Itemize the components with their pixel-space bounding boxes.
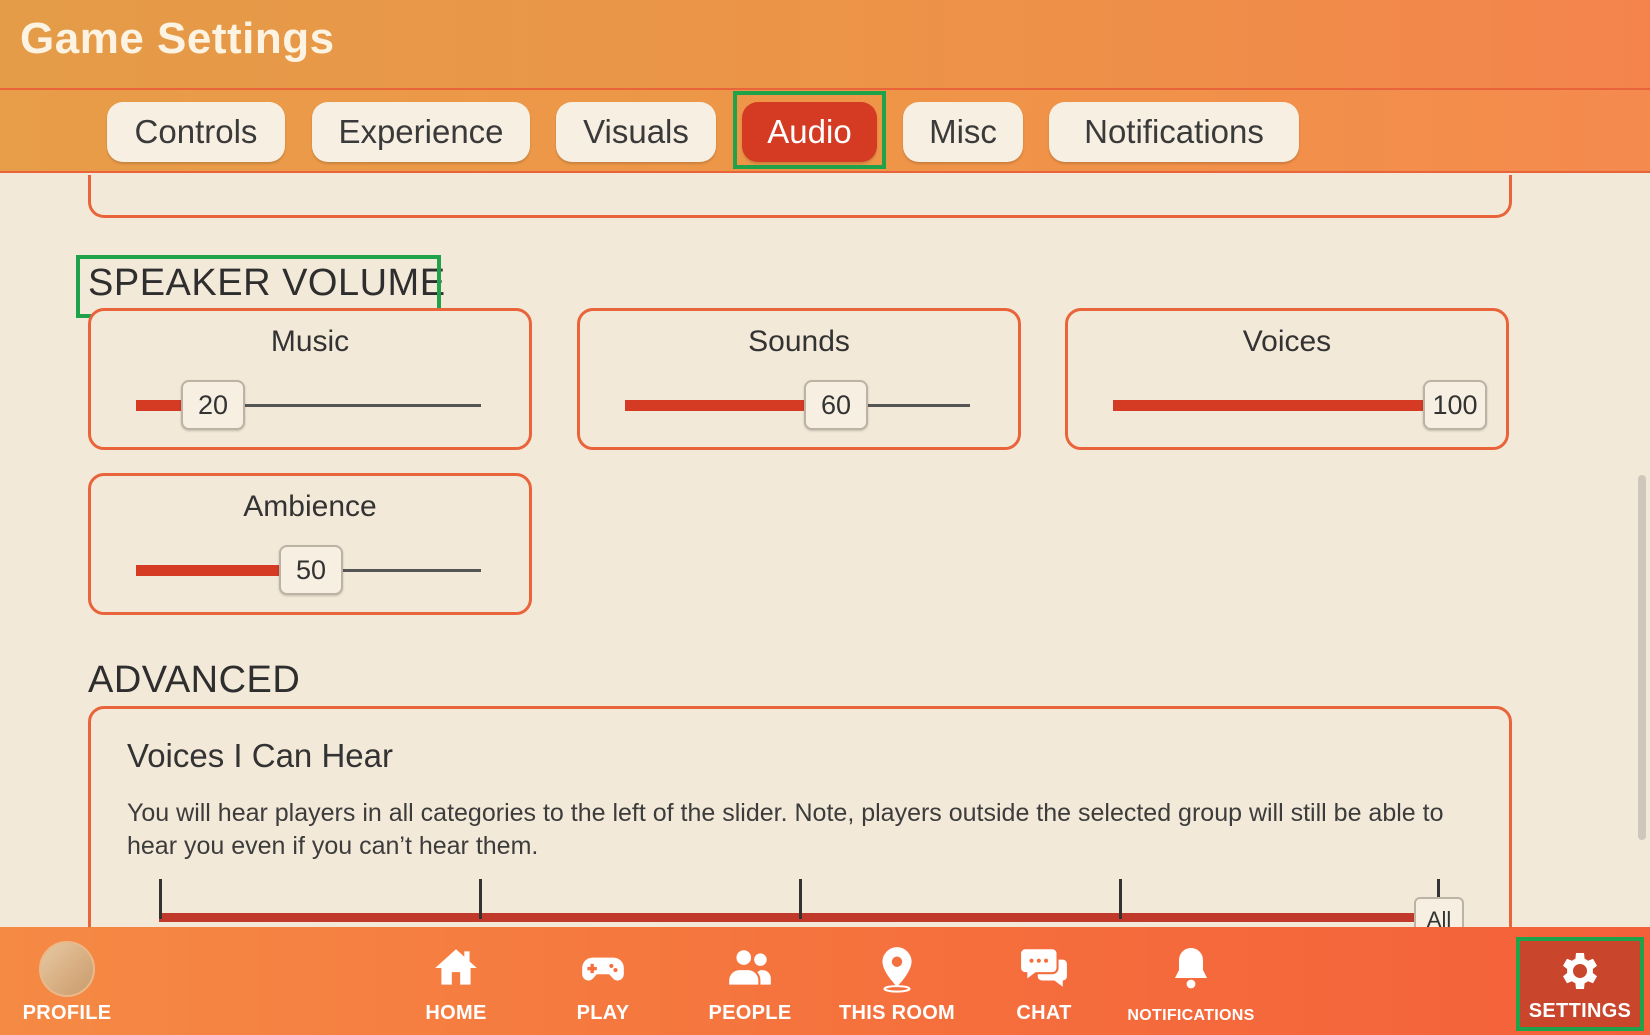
tab-misc[interactable]: Misc xyxy=(903,102,1023,162)
music-slider-handle[interactable]: 20 xyxy=(181,380,245,430)
page-title: Game Settings xyxy=(20,14,335,63)
chat-icon xyxy=(1021,949,1067,987)
voices-fill xyxy=(1113,400,1423,411)
ambience-label: Ambience xyxy=(243,490,377,523)
voices-i-can-hear-handle[interactable]: All xyxy=(1414,897,1464,927)
slider-tick xyxy=(799,879,802,919)
previous-card xyxy=(88,175,1512,218)
sounds-slider-card: Sounds 60 xyxy=(577,308,1021,450)
nav-notifications[interactable]: NOTIFICATIONS xyxy=(1116,937,1266,1029)
avatar xyxy=(39,941,95,997)
tab-experience[interactable]: Experience xyxy=(312,102,530,162)
nav-play-label: PLAY xyxy=(576,1002,630,1024)
voices-slider-card: Voices 100 xyxy=(1065,308,1509,450)
nav-settings-label: SETTINGS xyxy=(1528,1000,1632,1022)
gear-icon xyxy=(1563,953,1597,989)
tab-bar: Controls Experience Visuals Audio Misc N… xyxy=(0,88,1650,173)
nav-notifications-label: NOTIFICATIONS xyxy=(1127,1007,1255,1024)
nav-home[interactable]: HOME xyxy=(381,937,531,1029)
ambience-fill xyxy=(136,565,281,576)
people-icon xyxy=(729,950,771,985)
sounds-slider-handle[interactable]: 60 xyxy=(804,380,868,430)
nav-profile[interactable]: PROFILE xyxy=(0,937,142,1029)
nav-settings[interactable]: SETTINGS xyxy=(1516,937,1644,1031)
nav-this-room-label: THIS ROOM xyxy=(838,1002,956,1024)
music-slider-card: Music 20 xyxy=(88,308,532,450)
nav-play[interactable]: PLAY xyxy=(528,937,678,1029)
nav-this-room[interactable]: THIS ROOM xyxy=(822,937,972,1029)
tab-controls[interactable]: Controls xyxy=(107,102,285,162)
voices-i-can-hear-title: Voices I Can Hear xyxy=(127,737,393,774)
bottom-nav: PROFILE HOME PLAY PEOPLE THIS ROOM CHAT … xyxy=(0,927,1650,1035)
gamepad-icon xyxy=(582,957,624,981)
slider-tick xyxy=(159,879,162,919)
nav-people-label: PEOPLE xyxy=(708,1002,792,1024)
tab-visuals[interactable]: Visuals xyxy=(556,102,716,162)
location-pin-icon xyxy=(882,947,912,993)
tab-notifications[interactable]: Notifications xyxy=(1049,102,1299,162)
nav-people[interactable]: PEOPLE xyxy=(675,937,825,1029)
header-bar: Game Settings xyxy=(0,0,1650,88)
voices-slider-handle[interactable]: 100 xyxy=(1423,380,1487,430)
advanced-title: ADVANCED xyxy=(88,659,301,701)
ambience-slider-handle[interactable]: 50 xyxy=(279,545,343,595)
nav-chat[interactable]: CHAT xyxy=(969,937,1119,1029)
voices-i-can-hear-card: Voices I Can Hear You will hear players … xyxy=(88,706,1512,927)
sounds-label: Sounds xyxy=(748,325,850,358)
content-scrollbar[interactable] xyxy=(1638,475,1646,840)
slider-tick xyxy=(479,879,482,919)
home-icon xyxy=(435,949,477,985)
nav-chat-label: CHAT xyxy=(1016,1002,1072,1024)
tab-audio[interactable]: Audio xyxy=(742,102,877,162)
nav-home-label: HOME xyxy=(425,1002,487,1024)
nav-profile-label: PROFILE xyxy=(22,1002,112,1024)
voices-label: Voices xyxy=(1242,325,1332,358)
bell-icon xyxy=(1175,948,1207,989)
voices-i-can-hear-description: You will hear players in all categories … xyxy=(127,799,1444,860)
settings-content[interactable]: SPEAKER VOLUME Music 20 Sounds 60 Voices… xyxy=(0,175,1650,927)
sounds-fill xyxy=(625,400,832,411)
music-label: Music xyxy=(270,325,350,358)
slider-tick xyxy=(1119,879,1122,919)
ambience-slider-card: Ambience 50 xyxy=(88,473,532,615)
